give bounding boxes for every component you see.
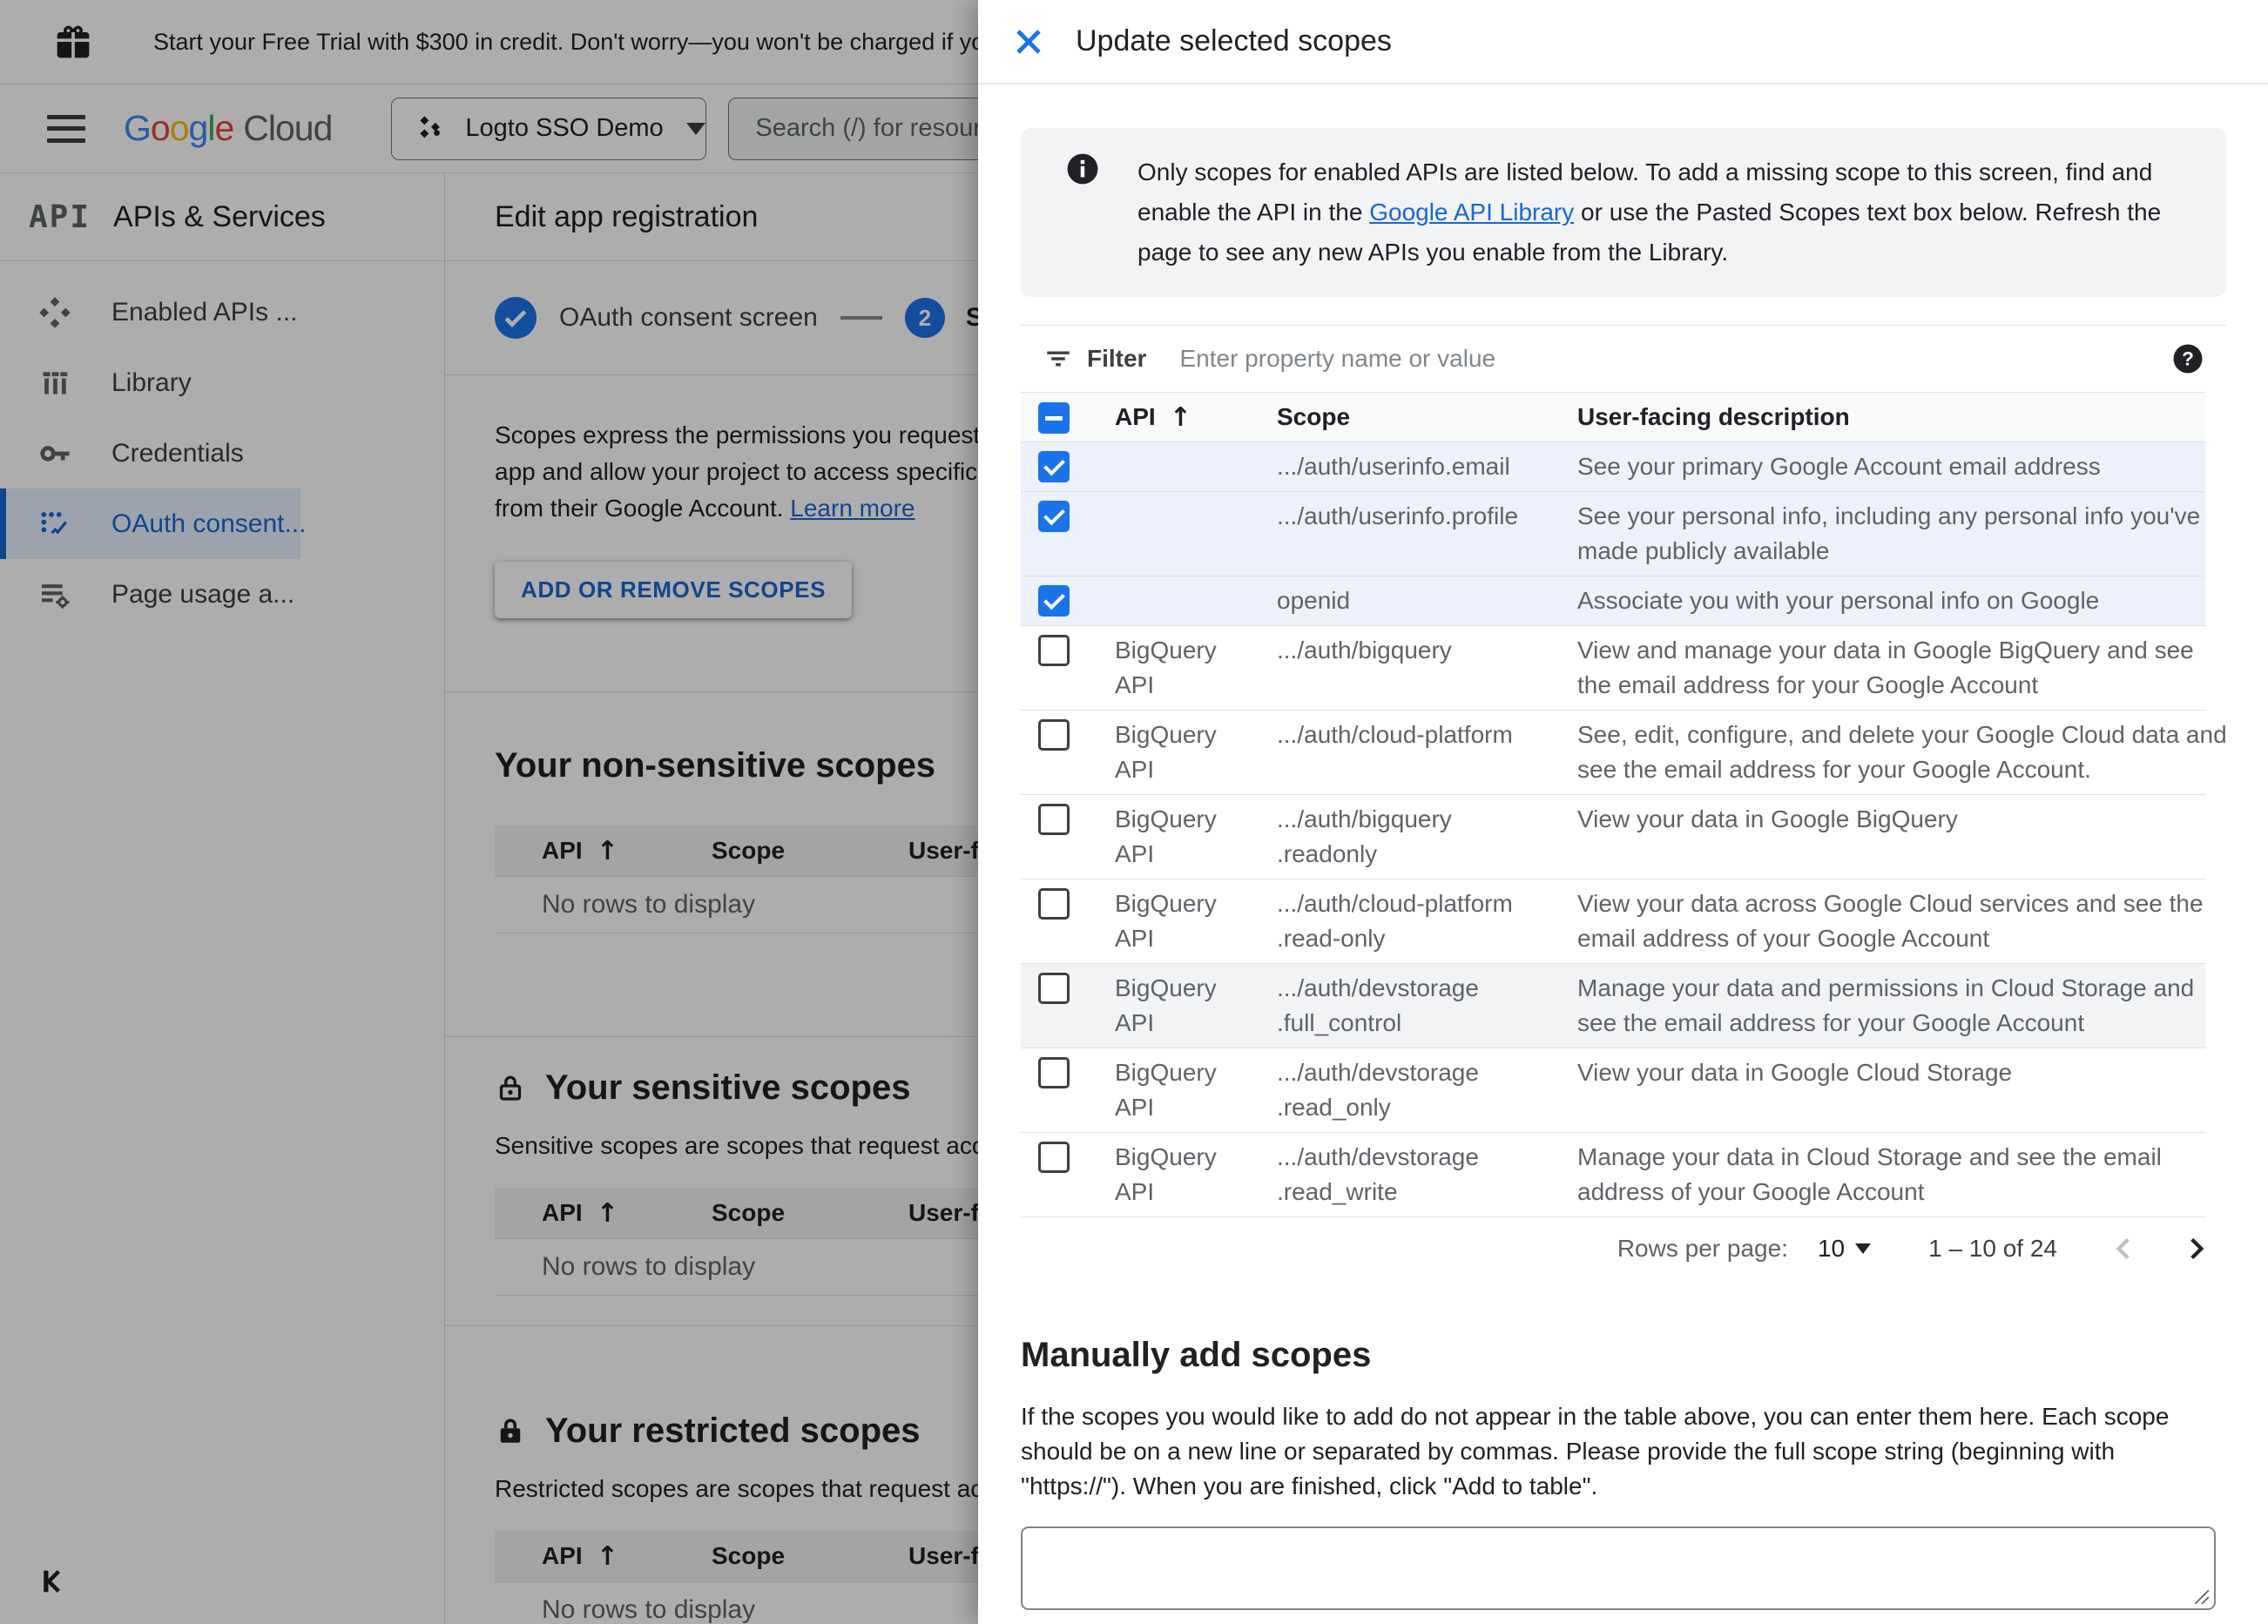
row-checkbox[interactable]: [1038, 804, 1070, 835]
row-checkbox[interactable]: [1038, 585, 1070, 617]
row-api: BigQuery API: [1115, 721, 1217, 783]
row-scope: .../auth/devstorage .full_control: [1277, 974, 1479, 1036]
scope-table-row[interactable]: BigQuery API .../auth/devstorage .full_con…: [1021, 964, 2205, 1048]
row-checkbox[interactable]: [1038, 635, 1070, 666]
help-icon[interactable]: ?: [2172, 343, 2204, 374]
row-description: Manage your data and permissions in Clou…: [1577, 974, 2195, 1036]
row-api: BigQuery API: [1115, 1059, 1217, 1121]
row-scope: .../auth/devstorage .read_write: [1277, 1143, 1479, 1205]
rows-per-page-select[interactable]: 10: [1818, 1235, 1872, 1263]
row-scope: .../auth/bigquery .readonly: [1277, 805, 1452, 867]
scopes-table-header: API ↑ Scope User-facing description: [1021, 392, 2205, 442]
scope-table-row[interactable]: BigQuery API .../auth/bigquery .readonly V…: [1021, 795, 2205, 879]
chevron-down-icon: [1855, 1243, 1872, 1254]
row-checkbox[interactable]: [1038, 1142, 1070, 1173]
screen: Start your Free Trial with $300 in credi…: [0, 0, 2268, 1624]
row-scope: .../auth/userinfo.email: [1277, 453, 1510, 480]
scope-table-row[interactable]: BigQuery API .../auth/devstorage .read_onl…: [1021, 1048, 2205, 1133]
col-api[interactable]: API ↑: [1115, 402, 1277, 433]
row-description: See your personal info, including any pe…: [1577, 502, 2201, 564]
scope-table-row[interactable]: .../auth/userinfo.email See your primary…: [1021, 442, 2205, 492]
close-icon[interactable]: [1013, 26, 1044, 57]
rows-per-page-label: Rows per page:: [1617, 1235, 1788, 1262]
panel-title: Update selected scopes: [1076, 24, 1392, 57]
row-api: BigQuery API: [1115, 1143, 1217, 1205]
row-checkbox[interactable]: [1038, 451, 1070, 482]
filter-label: Filter: [1087, 345, 1147, 372]
filter-bar: Filter ?: [1021, 325, 2226, 392]
row-scope: .../auth/devstorage .read_only: [1277, 1059, 1479, 1121]
update-scopes-panel: Update selected scopes Only scopes for e…: [978, 0, 2268, 1624]
pagination: Rows per page: 10 1 – 10 of 24: [1021, 1217, 2226, 1280]
scope-table-row[interactable]: BigQuery API .../auth/devstorage .read_wri…: [1021, 1133, 2205, 1217]
row-checkbox[interactable]: [1038, 719, 1070, 751]
row-description: Associate you with your personal info on…: [1577, 587, 2100, 614]
info-banner: Only scopes for enabled APIs are listed …: [1021, 128, 2226, 297]
row-scope: .../auth/bigquery: [1277, 637, 1452, 664]
scope-table-body: .../auth/userinfo.email See your primary…: [1021, 442, 2227, 1217]
scope-table-row[interactable]: BigQuery API .../auth/cloud-platform See,…: [1021, 711, 2227, 795]
col-description[interactable]: User-facing description: [1577, 403, 2205, 431]
row-description: View and manage your data in Google BigQ…: [1577, 637, 2194, 698]
svg-text:?: ?: [2182, 348, 2194, 370]
previous-page-icon[interactable]: [2109, 1234, 2139, 1263]
row-scope: .../auth/cloud-platform: [1277, 721, 1513, 748]
row-description: See, edit, configure, and delete your Go…: [1577, 721, 2227, 783]
row-checkbox[interactable]: [1038, 1057, 1070, 1088]
scopes-table: API ↑ Scope User-facing description .../a…: [1021, 392, 2227, 1217]
row-description: View your data in Google BigQuery: [1577, 805, 1958, 832]
panel-header: Update selected scopes: [978, 0, 2268, 84]
next-page-icon[interactable]: [2181, 1234, 2211, 1263]
scope-table-row[interactable]: BigQuery API .../auth/cloud-platform .read…: [1021, 879, 2205, 964]
google-api-library-link[interactable]: Google API Library: [1369, 199, 1574, 226]
scope-table-row[interactable]: .../auth/userinfo.profile See your perso…: [1021, 492, 2205, 576]
row-scope: openid: [1277, 587, 1351, 614]
row-checkbox[interactable]: [1038, 973, 1070, 1004]
row-checkbox[interactable]: [1038, 501, 1070, 532]
scope-table-row[interactable]: openid Associate you with your personal …: [1021, 576, 2205, 626]
row-checkbox[interactable]: [1038, 888, 1070, 920]
overlay-scrim[interactable]: [0, 0, 978, 1624]
filter-input[interactable]: [1178, 344, 2172, 374]
row-api: BigQuery API: [1115, 890, 1217, 952]
scope-table-row[interactable]: BigQuery API .../auth/bigquery View and m…: [1021, 626, 2205, 711]
row-scope: .../auth/cloud-platform .read-only: [1277, 890, 1513, 952]
manual-scopes-textarea[interactable]: [1021, 1526, 2216, 1610]
row-api: BigQuery API: [1115, 637, 1217, 698]
col-scope[interactable]: Scope: [1277, 403, 1577, 431]
row-description: View your data across Google Cloud servi…: [1577, 890, 2204, 952]
pagination-range: 1 – 10 of 24: [1928, 1235, 2057, 1262]
row-api: BigQuery API: [1115, 805, 1217, 867]
row-description: View your data in Google Cloud Storage: [1577, 1059, 2013, 1086]
info-icon: [1066, 152, 1099, 273]
manually-add-scopes-title: Manually add scopes: [1021, 1336, 1372, 1374]
filter-icon: [1043, 344, 1073, 374]
row-description: See your primary Google Account email ad…: [1577, 453, 2101, 480]
select-all-checkbox[interactable]: [1038, 402, 1070, 434]
row-api: BigQuery API: [1115, 974, 1217, 1036]
row-description: Manage your data in Cloud Storage and se…: [1577, 1143, 2162, 1205]
row-scope: .../auth/userinfo.profile: [1277, 502, 1519, 529]
sort-asc-icon: ↑: [1169, 401, 1191, 433]
manually-add-scopes-help: If the scopes you would like to add do n…: [1021, 1403, 2170, 1499]
